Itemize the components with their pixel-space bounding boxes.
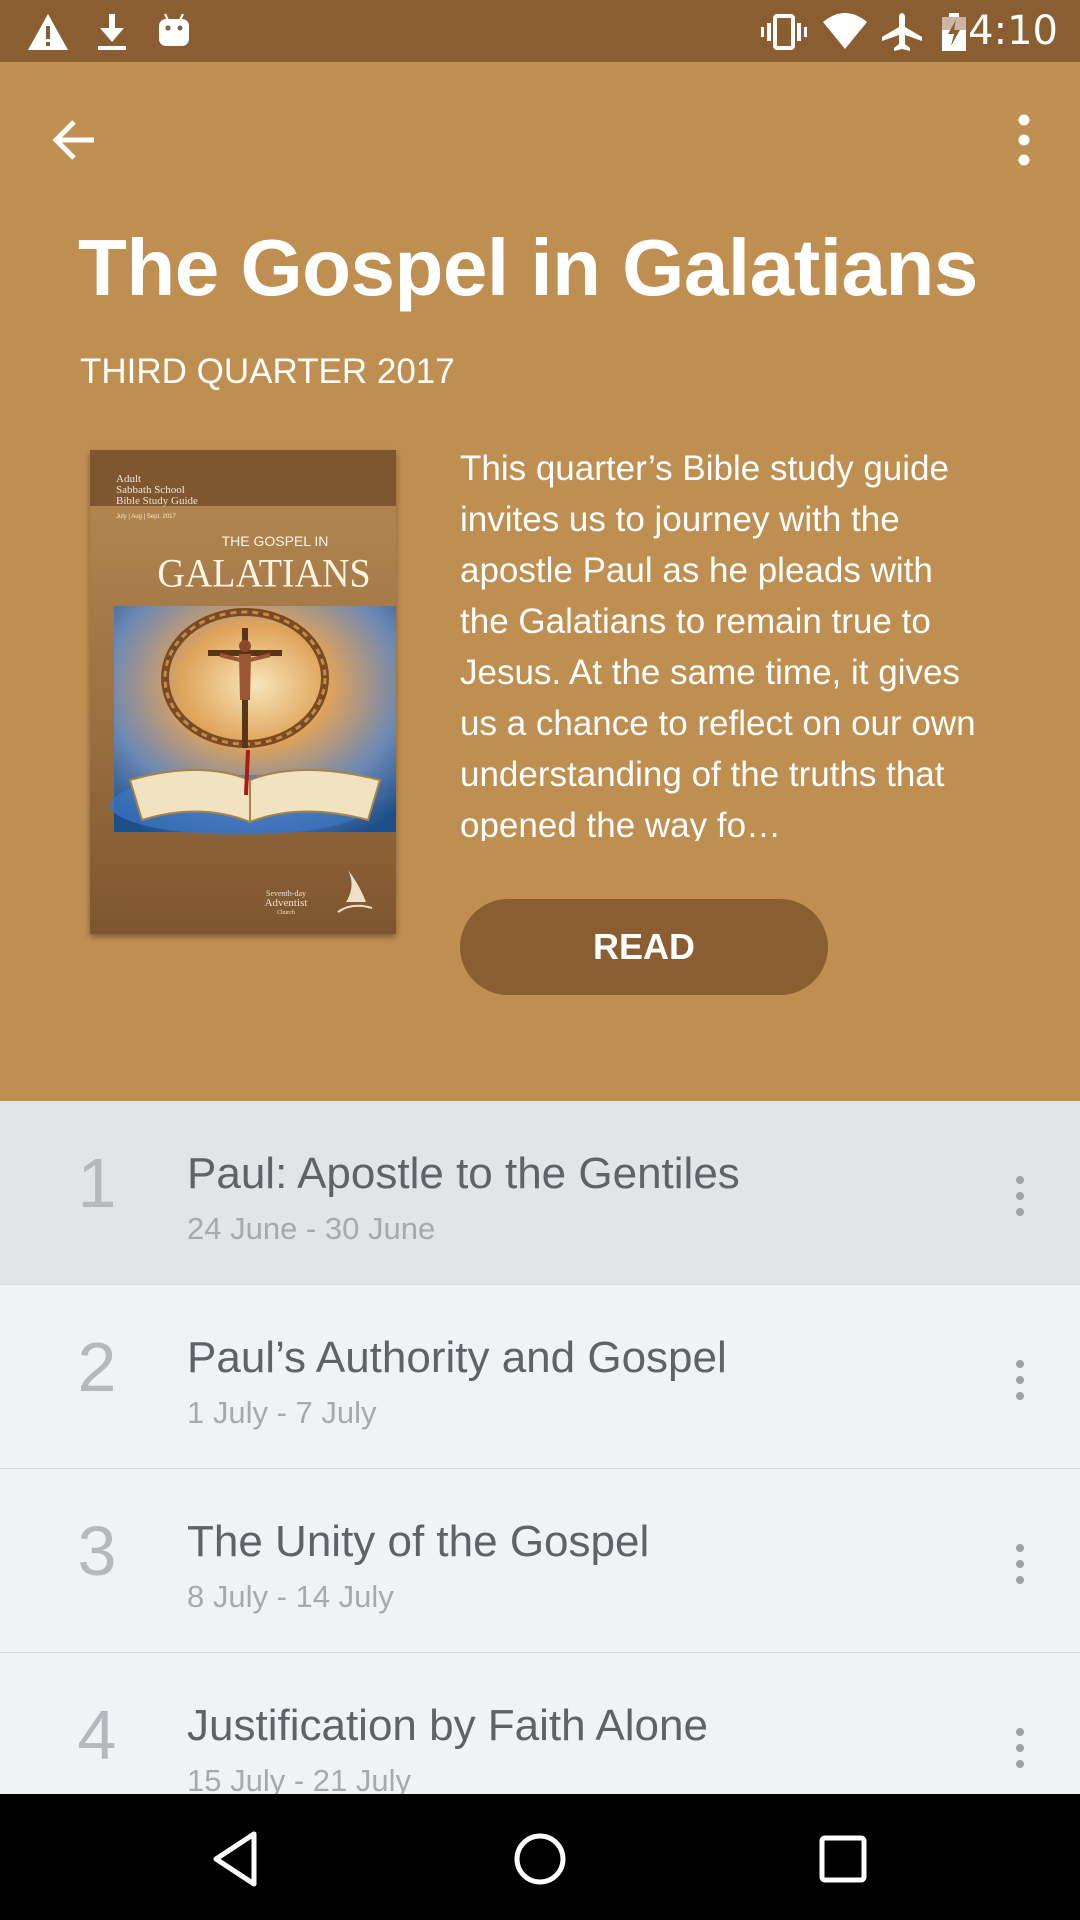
status-time: 4:10 xyxy=(968,8,1058,54)
download-icon xyxy=(98,14,126,50)
lesson-number: 1 xyxy=(77,1144,117,1222)
quarterly-cover-image[interactable]: Adult Sabbath School Bible Study Guide J… xyxy=(90,450,396,934)
lesson-number: 4 xyxy=(77,1696,117,1774)
quarterly-subtitle: THIRD QUARTER 2017 xyxy=(80,352,455,391)
cover-small-title: THE GOSPEL IN xyxy=(222,533,329,549)
more-vert-icon xyxy=(1018,114,1030,166)
lesson-number: 2 xyxy=(77,1328,117,1406)
arrow-back-icon xyxy=(52,120,94,160)
back-triangle-icon[interactable] xyxy=(202,1824,272,1894)
more-vert-icon[interactable] xyxy=(1000,1355,1040,1405)
more-vert-icon[interactable] xyxy=(1000,1723,1040,1773)
wifi-icon xyxy=(823,13,867,49)
read-button[interactable]: READ xyxy=(460,899,828,995)
cover-logo-line2: Adventist xyxy=(265,897,308,909)
more-options-button[interactable] xyxy=(994,110,1054,170)
lesson-title: Paul: Apostle to the Gentiles xyxy=(187,1149,740,1198)
warning-icon xyxy=(28,14,68,50)
back-button[interactable] xyxy=(44,110,104,170)
quarterly-header: The Gospel in Galatians THIRD QUARTER 20… xyxy=(0,62,1080,1101)
lesson-title: Paul’s Authority and Gospel xyxy=(187,1333,727,1382)
lesson-item[interactable]: 3 The Unity of the Gospel 8 July - 14 Ju… xyxy=(0,1469,1080,1653)
cover-logo-line3: Church xyxy=(277,910,295,916)
airplane-mode-icon xyxy=(882,13,922,51)
lesson-dates: 1 July - 7 July xyxy=(187,1395,377,1430)
lesson-item[interactable]: 1 Paul: Apostle to the Gentiles 24 June … xyxy=(0,1101,1080,1285)
recents-square-icon[interactable] xyxy=(808,1824,878,1894)
cover-text-study-guide: Bible Study Guide xyxy=(116,495,198,507)
lesson-dates: 24 June - 30 June xyxy=(187,1211,436,1246)
home-circle-icon[interactable] xyxy=(505,1824,575,1894)
more-vert-icon[interactable] xyxy=(1000,1539,1040,1589)
android-icon xyxy=(159,13,189,46)
lesson-dates: 8 July - 14 July xyxy=(187,1579,394,1614)
status-bar: 4:10 xyxy=(0,0,1080,62)
lesson-number: 3 xyxy=(77,1512,117,1590)
quarterly-description: This quarter’s Bible study guide invites… xyxy=(460,449,976,841)
more-vert-icon[interactable] xyxy=(1000,1171,1040,1221)
cover-text-dates: July | Aug | Sept. 2017 xyxy=(116,514,176,520)
battery-icon xyxy=(942,13,966,51)
quarterly-title: The Gospel in Galatians xyxy=(78,223,978,312)
cover-big-title: GALATIANS xyxy=(157,552,370,596)
lesson-list: 1 Paul: Apostle to the Gentiles 24 June … xyxy=(0,1101,1080,1837)
vibrate-icon xyxy=(761,14,807,50)
lesson-item[interactable]: 2 Paul’s Authority and Gospel 1 July - 7… xyxy=(0,1285,1080,1469)
system-nav-bar xyxy=(0,1794,1080,1920)
lesson-title: Justification by Faith Alone xyxy=(187,1701,708,1750)
lesson-title: The Unity of the Gospel xyxy=(187,1517,650,1566)
